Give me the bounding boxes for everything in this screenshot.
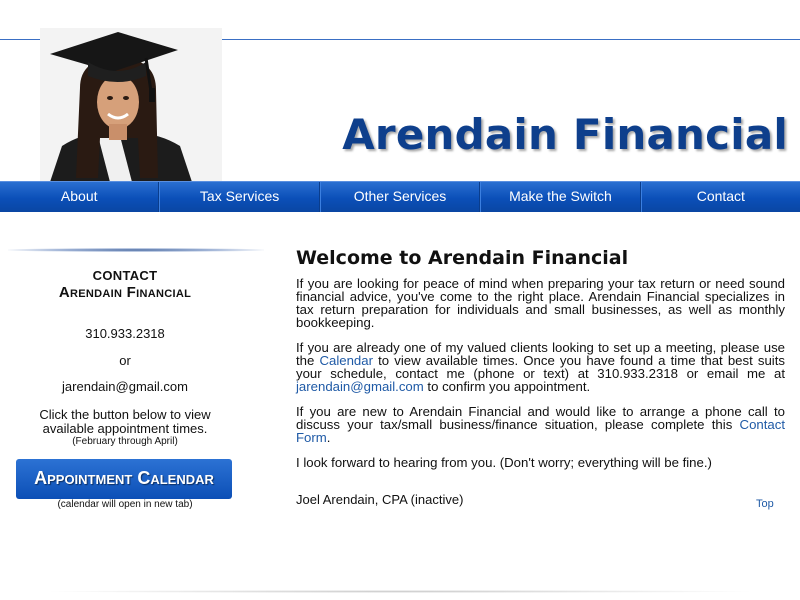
calendar-instructions-line2: available appointment times. xyxy=(42,421,208,436)
new-clients-text-1: If you are new to Arendain Financial and… xyxy=(296,404,785,432)
signature: Joel Arendain, CPA (inactive) xyxy=(296,492,464,507)
site-title: Arendain Financial xyxy=(342,110,788,159)
calendar-instructions-line1: Click the button below to view xyxy=(39,407,211,422)
nav-make-the-switch[interactable]: Make the Switch xyxy=(480,182,641,212)
header-rule-right xyxy=(222,39,800,40)
nav-tax-services[interactable]: Tax Services xyxy=(159,182,320,212)
main-content: Welcome to Arendain Financial If you are… xyxy=(296,247,785,507)
appointment-note: (calendar will open in new tab) xyxy=(57,499,193,510)
intro-paragraph: If you are looking for peace of mind whe… xyxy=(296,276,785,330)
sidebar-divider xyxy=(8,248,264,252)
nav-about[interactable]: About xyxy=(0,182,160,212)
footer-divider xyxy=(40,590,760,593)
new-clients-text-2: . xyxy=(326,430,331,445)
clients-text-3: to confirm you appointment. xyxy=(423,379,591,394)
header-rule-left xyxy=(0,39,40,40)
welcome-title: Welcome to Arendain Financial xyxy=(296,247,629,269)
main-nav: About Tax Services Other Services Make t… xyxy=(0,181,800,212)
calendar-range: (February through April) xyxy=(72,436,178,447)
nav-contact[interactable]: Contact xyxy=(640,182,800,212)
contact-phone: 310.933.2318 xyxy=(85,326,165,341)
clients-paragraph: If you are already one of my valued clie… xyxy=(296,341,785,393)
closing-paragraph: I look forward to hearing from you. (Don… xyxy=(296,455,712,470)
contact-heading: CONTACT xyxy=(92,268,158,283)
graduate-photo xyxy=(40,28,222,182)
back-to-top-link[interactable]: Top xyxy=(756,498,774,510)
new-clients-paragraph: If you are new to Arendain Financial and… xyxy=(296,405,785,444)
contact-sidebar: CONTACT Arendain Financial 310.933.2318 … xyxy=(0,262,250,447)
contact-or: or xyxy=(119,353,131,368)
appointment-calendar-button[interactable]: Appointment Calendar xyxy=(16,459,232,499)
nav-other-services[interactable]: Other Services xyxy=(319,182,481,212)
contact-email: jarendain@gmail.com xyxy=(62,379,188,394)
email-link[interactable]: jarendain@gmail.com xyxy=(296,379,424,394)
contact-name: Arendain Financial xyxy=(58,284,192,301)
